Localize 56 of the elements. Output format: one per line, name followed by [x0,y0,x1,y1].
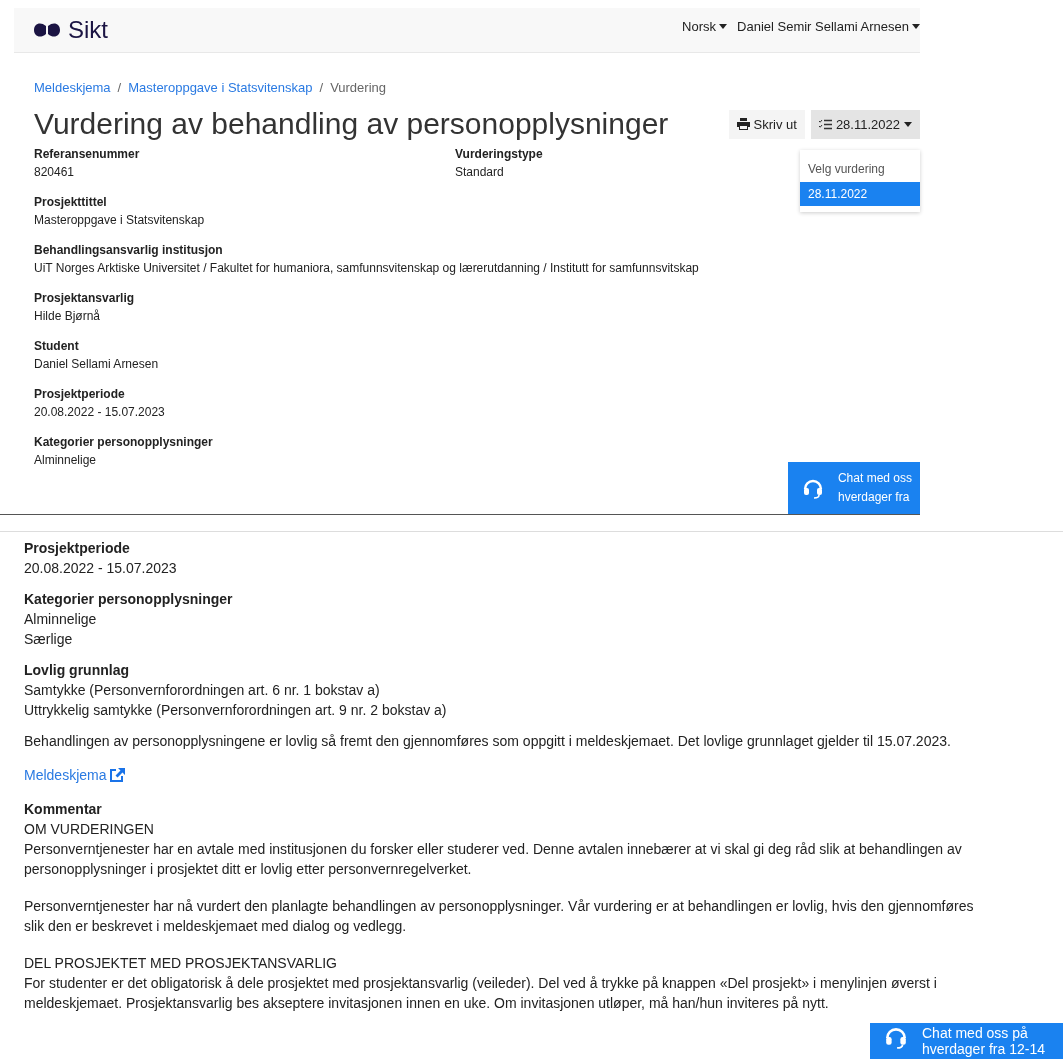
caret-icon [904,121,912,127]
field-label: Student [34,338,79,355]
field-value: UiT Norges Arktiske Universitet / Fakultet for humaniora, samfunnsvitenskap og lærerutdanning / Institutt for samfunnsvitskap [34,260,699,277]
headset-icon [884,1025,908,1049]
comment-paragraph: Personverntjenester har en avtale med institusjonen du forsker eller studerer ved. Denne avtalen innebærer at vi skal gi deg råd slik at behandlingen av personopplysninger i prosjektet ditt er lovlig etter personvernregelverket. [24,840,963,879]
field-label: Prosjektperiode [34,386,125,403]
field-value: Uttrykkelig samtykke (Personvernforordningen art. 9 nr. 2 bokstav a) [24,701,448,720]
field-value: 820461 [34,164,75,181]
field-label: Prosjekttittel [34,194,107,211]
statement-text: Behandlingen av personopplysningene er lovlig så fremt den gjennomføres som oppgitt i meldeskjemaet. Det lovlige grunnlaget gjelder til 15.07.2023. [24,732,952,751]
field-label: Kategorier personopplysninger [24,590,234,609]
field-label: Prosjektansvarlig [34,290,135,307]
meldeskjema-link[interactable]: Meldeskjema [24,765,126,785]
language-menu[interactable]: Norsk [682,18,728,34]
field-value: Alminnelige [34,452,97,469]
field-value: 20.08.2022 - 15.07.2023 [24,559,178,578]
comment-paragraph: For studenter er det obligatorisk å dele prosjektet med prosjektansvarlig (veileder). Del ved å trykke på knappen «Del prosjekt» i menylinjen øverst i meldeskjemaet. Prosjektansvarlig bes akseptere invitasjonen innen en uke. Om invitasjonen utløper, må han/hun inviteres på nytt. [24,974,938,1013]
menu-item[interactable]: 28.11.2022 [800,181,920,206]
field-value: 20.08.2022 - 15.07.2023 [34,404,165,421]
field-label: Prosjektperiode [24,539,131,558]
field-label: Kategorier personopplysninger [34,434,213,451]
field-label: Lovlig grunnlag [24,661,130,680]
field-label: Referansenummer [34,146,140,163]
logo-text: Sikt [68,16,108,44]
field-label: Kommentar [24,800,103,819]
headset-icon [801,477,824,499]
breadcrumb-link[interactable]: Meldeskjema [34,79,111,95]
field-value: Standard [455,164,504,181]
version-dropdown[interactable]: 28.11.2022 [810,109,920,139]
field-label: Behandlingsansvarlig institusjon [34,242,223,259]
field-value: Daniel Sellami Arnesen [34,356,159,373]
comment-paragraph: Personverntjenester har nå vurdert den planlagte behandlingen av personopplysninger. Vår vurdering er at behandlingen er lovlig, hvis den gjennomføres slik den er beskrevet i meldeskjemaet med dialog og vedlegg. [24,897,975,936]
external-link-icon [110,768,126,782]
field-value: Hilde Bjørnå [34,308,101,325]
caret-icon [719,23,728,29]
field-value: Alminnelige [24,610,98,629]
section-heading: OM VURDERINGEN [24,820,155,839]
logo-icon [32,21,62,39]
section-heading: DEL PROSJEKTET MED PROSJEKTANSVARLIG [24,954,338,973]
field-value: Samtykke (Personvernforordningen art. 6 nr. 1 bokstav a) [24,681,381,700]
printer-icon [736,118,750,130]
field-label: Vurderingstype [455,146,543,163]
page-title: Vurdering av behandling av personopplysninger [34,106,669,142]
field-value: Masteroppgave i Statsvitenskap [34,212,205,229]
user-menu[interactable]: Daniel Semir Sellami Arnesen [737,18,920,34]
breadcrumb-current: Vurdering [330,79,386,95]
checklist-icon [818,118,832,130]
breadcrumb-link[interactable]: Masteroppgave i Statsvitenskap [128,79,313,95]
breadcrumb-separator: / [117,79,122,95]
field-value: Særlige [24,630,74,649]
breadcrumb-separator: / [319,79,324,95]
print-button[interactable]: Skriv ut [728,109,805,139]
menu-header: Velg vurdering [807,160,886,178]
chat-button[interactable]: Chat med oss hverdager fra [787,462,920,514]
chat-button[interactable]: Chat med oss på hverdager fra 12-14 [870,1023,1063,1059]
caret-icon [912,23,920,29]
